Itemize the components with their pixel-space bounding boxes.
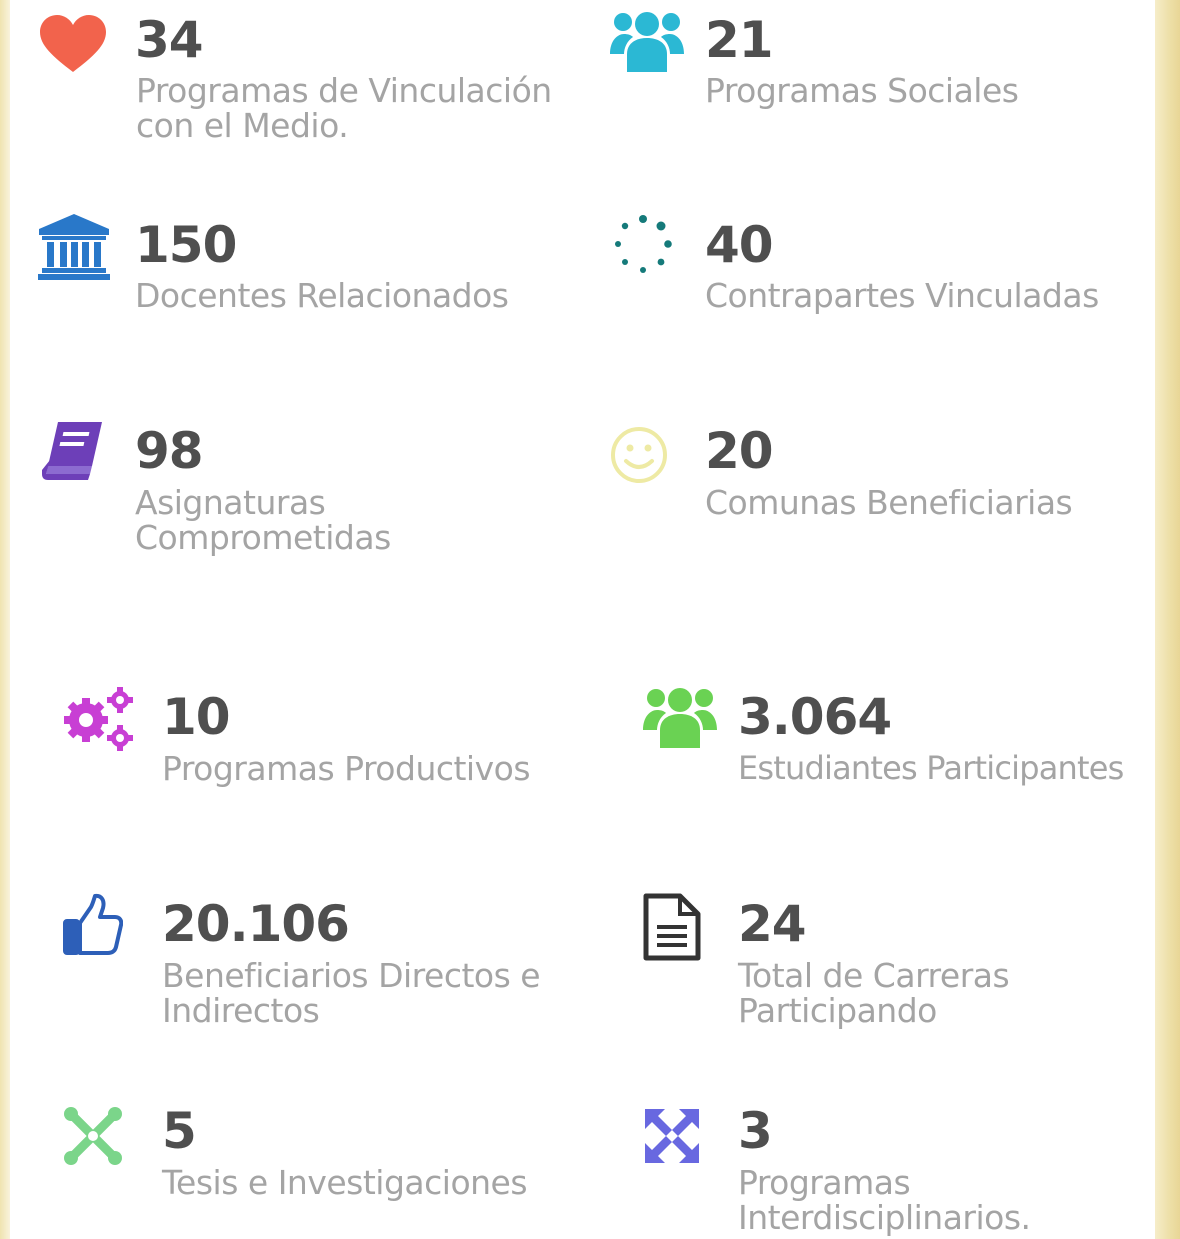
- stats-panel: 34 Programas de Vinculación con el Medio…: [0, 0, 1180, 1239]
- stat-value: 34: [135, 11, 204, 69]
- stat-value: 10: [162, 688, 231, 746]
- stat-value: 150: [135, 216, 237, 274]
- arrows-alt-icon: [643, 1107, 701, 1165]
- stat-label: Contrapartes Vinculadas: [705, 276, 1099, 315]
- users-icon: [643, 684, 717, 750]
- stat-label: Beneficiarios Directos e Indirectos: [162, 956, 541, 1030]
- stat-label: Programas Sociales: [705, 71, 1019, 110]
- stat-value: 20.106: [162, 895, 350, 953]
- stat-value: 40: [705, 216, 774, 274]
- stat-label: Programas de Vinculación con el Medio.: [136, 71, 552, 145]
- spinner-icon: [612, 214, 674, 276]
- book-icon: [40, 420, 104, 482]
- users-icon: [610, 8, 684, 74]
- stat-label: Total de Carreras Participando: [738, 956, 1010, 1030]
- stat-label: Docentes Relacionados: [135, 276, 509, 315]
- left-background-edge: [0, 0, 10, 1239]
- joomla-icon: [62, 1105, 124, 1167]
- bank-icon: [38, 214, 110, 280]
- stat-label: Asignaturas Comprometidas: [135, 483, 391, 557]
- cogs-icon: [62, 686, 136, 752]
- stat-value: 3: [738, 1102, 773, 1160]
- stat-label: Programas Productivos: [162, 749, 531, 788]
- right-background-edge: [1155, 0, 1180, 1239]
- stat-value: 20: [705, 422, 774, 480]
- stat-value: 98: [135, 422, 204, 480]
- stat-value: 5: [162, 1102, 197, 1160]
- stat-label: Programas Interdisciplinarios.: [738, 1163, 1031, 1237]
- thumbs-up-icon: [63, 893, 123, 957]
- stat-value: 24: [738, 895, 807, 953]
- smile-icon: [610, 426, 668, 484]
- stat-label: Comunas Beneficiarias: [705, 483, 1073, 522]
- stat-label: Tesis e Investigaciones: [162, 1163, 528, 1202]
- heart-icon: [38, 14, 108, 74]
- stat-value: 21: [705, 11, 774, 69]
- stat-label: Estudiantes Participantes: [738, 749, 1124, 787]
- file-text-icon: [642, 893, 702, 961]
- stat-value: 3.064: [738, 688, 892, 746]
